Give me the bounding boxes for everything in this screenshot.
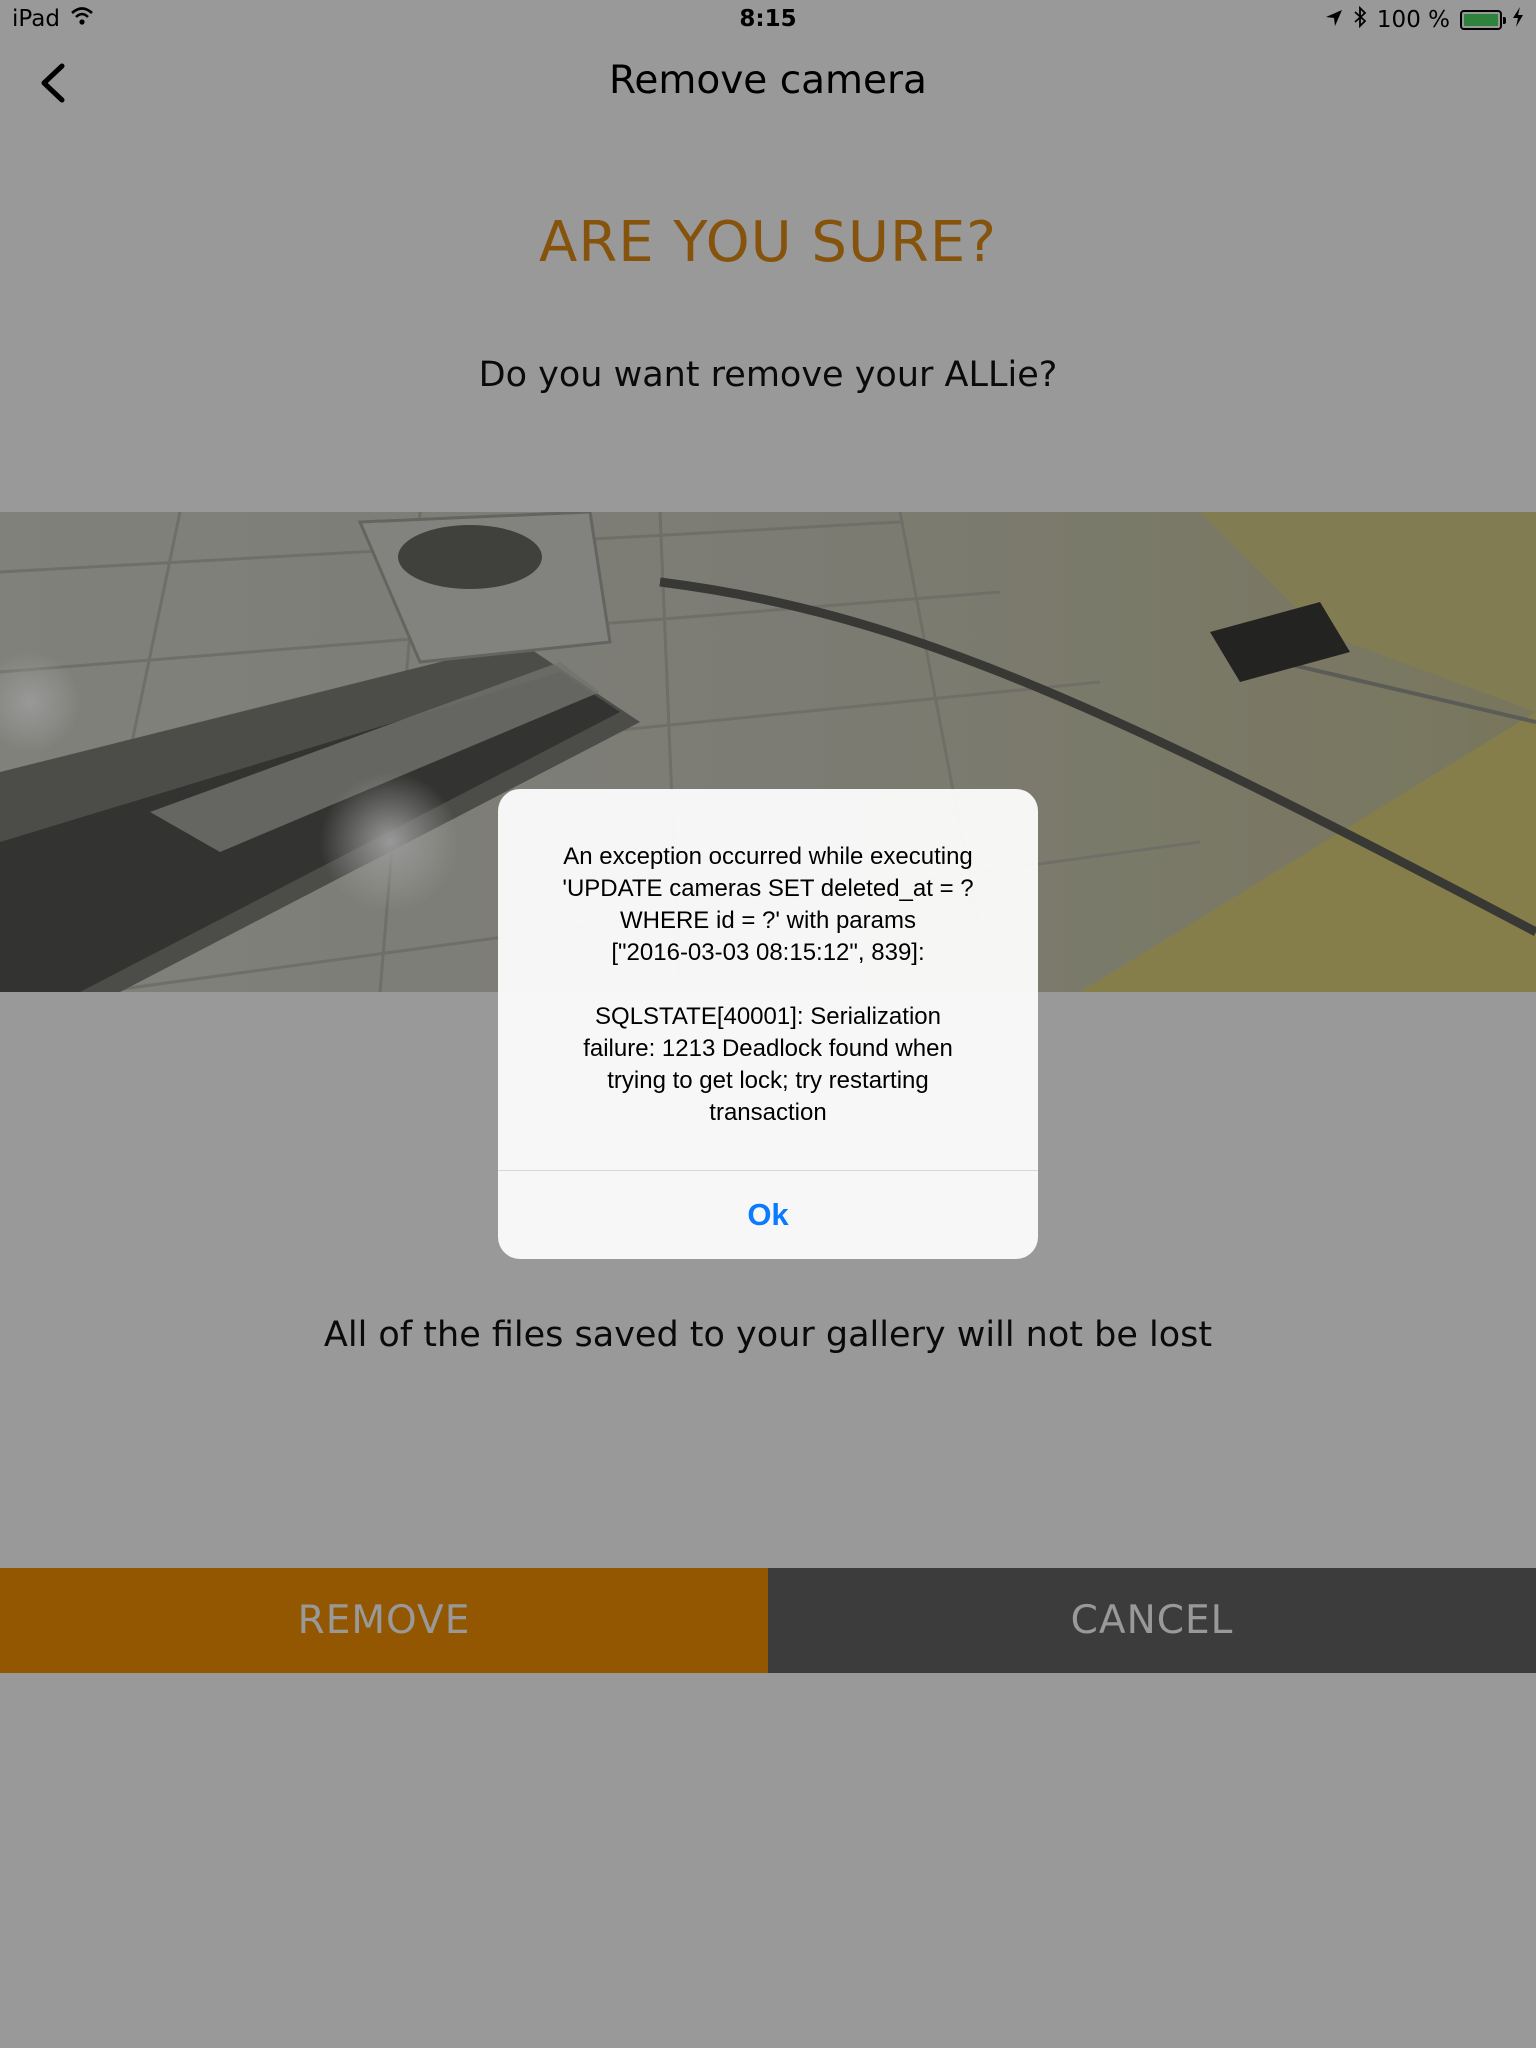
alert-message: An exception occurred while executing 'U… — [562, 843, 974, 1126]
error-alert-dialog: An exception occurred while executing 'U… — [498, 789, 1038, 1259]
alert-ok-button[interactable]: Ok — [498, 1171, 1038, 1259]
